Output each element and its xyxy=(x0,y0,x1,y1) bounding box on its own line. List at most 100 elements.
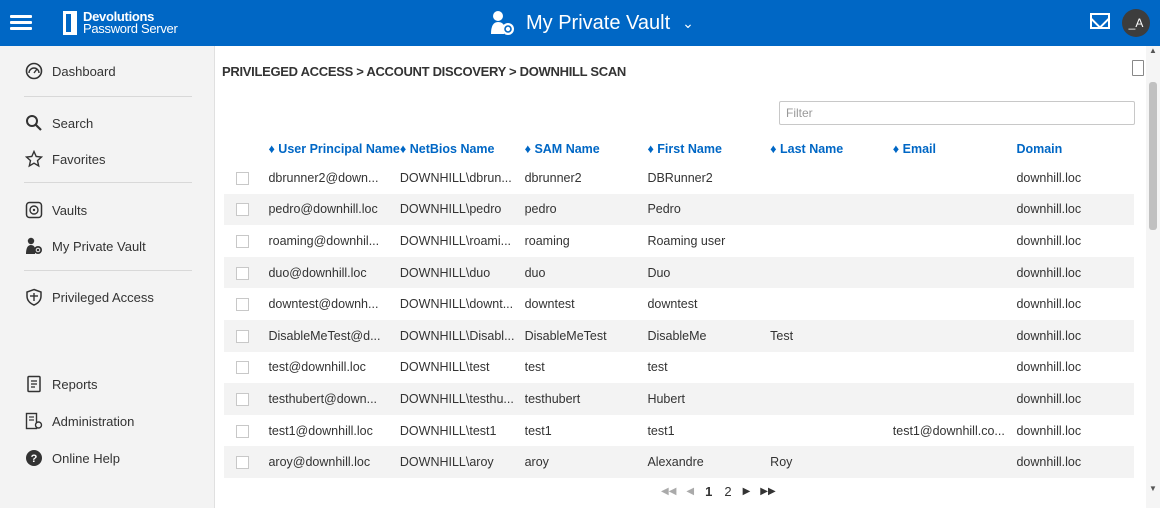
scroll-up-icon[interactable]: ▲ xyxy=(1149,46,1157,55)
sidebar-item-dashboard[interactable]: Dashboard xyxy=(0,54,215,88)
table-row[interactable]: testhubert@down... DOWNHILL\testhu... test… xyxy=(224,383,1134,415)
row-checkbox[interactable] xyxy=(236,361,249,375)
devolutions-logo[interactable]: Devolutions Password Server xyxy=(63,9,178,37)
sidebar-item-privileged-access[interactable]: Privileged Access xyxy=(0,280,215,314)
cell-netbios-name: DOWNHILL\test xyxy=(399,360,490,375)
sidebar-divider xyxy=(24,182,192,183)
pagination: ◀◀ ◀ 1 2 ▶ ▶▶ xyxy=(656,484,781,499)
dashboard-icon xyxy=(24,61,44,81)
vault-selector[interactable]: My Private Vault ⌄ xyxy=(490,8,694,38)
cell-first-name: DisableMe xyxy=(647,319,771,352)
column-header-netbios-name[interactable]: ♦ NetBios Name xyxy=(400,136,525,162)
sidebar-item-online-help[interactable]: ? Online Help xyxy=(0,441,215,475)
cell-last-name xyxy=(770,193,893,226)
filter-input[interactable] xyxy=(779,101,1135,125)
sidebar-item-label: Favorites xyxy=(52,151,106,167)
column-header-first-name[interactable]: ♦ First Name xyxy=(647,136,770,162)
row-checkbox[interactable] xyxy=(236,329,249,343)
cell-user-principal-name: duo@downhill.loc xyxy=(268,256,400,289)
column-header-last-name[interactable]: ♦ Last Name xyxy=(770,136,893,162)
row-checkbox[interactable] xyxy=(236,171,249,185)
sidebar-item-favorites[interactable]: Favorites xyxy=(0,142,215,176)
sidebar-divider xyxy=(24,270,192,271)
cell-email xyxy=(893,288,1017,320)
sidebar-item-vaults[interactable]: Vaults xyxy=(0,193,215,227)
row-select-cell xyxy=(224,288,268,320)
row-checkbox[interactable] xyxy=(236,235,249,249)
page-2-button[interactable]: 2 xyxy=(724,484,731,499)
cell-domain: downhill.loc xyxy=(1016,423,1082,438)
last-page-icon[interactable]: ▶▶ xyxy=(760,486,775,497)
column-header-email[interactable]: ♦ Email xyxy=(893,136,1017,162)
cell-last-name xyxy=(770,225,893,257)
table-row[interactable]: downtest@downh... DOWNHILL\downt... downte… xyxy=(224,288,1134,320)
row-checkbox[interactable] xyxy=(236,203,249,217)
first-page-icon[interactable]: ◀◀ xyxy=(661,486,676,497)
table-row[interactable]: duo@downhill.loc DOWNHILL\duo duo Duo downhi… xyxy=(224,256,1134,289)
row-checkbox[interactable] xyxy=(236,298,249,312)
cell-email xyxy=(892,193,1017,226)
cell-email xyxy=(892,383,1017,415)
row-checkbox[interactable] xyxy=(236,456,249,470)
cell-domain: downhill.loc xyxy=(1016,383,1134,415)
sidebar-item-label: Reports xyxy=(52,376,98,392)
top-bar: Devolutions Password Server My Private V… xyxy=(0,0,1160,46)
cell-last-name xyxy=(770,288,893,320)
export-icon[interactable] xyxy=(1132,60,1144,76)
cell-netbios-name: DOWNHILL\Disabl... xyxy=(399,319,525,352)
cell-user-principal-name: roaming@downhil... xyxy=(268,233,380,248)
private-vault-icon xyxy=(24,236,44,256)
sidebar-item-reports[interactable]: Reports xyxy=(0,367,215,401)
next-page-icon[interactable]: ▶ xyxy=(743,486,751,497)
cell-first-name: Hubert xyxy=(647,383,771,415)
avatar[interactable]: _A xyxy=(1122,9,1150,37)
cell-user-principal-name: aroy@downhill.loc xyxy=(268,446,400,478)
cell-first-name: Roaming user xyxy=(647,233,726,248)
table-row[interactable]: dbrunner2@down... DOWNHILL\dbrun... dbrunn… xyxy=(224,162,1134,194)
cell-last-name xyxy=(770,415,893,447)
row-select-cell xyxy=(224,383,269,415)
column-header-user-principal-name[interactable]: ♦ User Principal Name xyxy=(268,136,399,162)
column-header-sam-name[interactable]: ♦ SAM Name xyxy=(525,136,648,162)
cell-last-name xyxy=(770,256,893,289)
table-row[interactable]: roaming@downhil... DOWNHILL\roami... roami… xyxy=(224,225,1134,257)
sidebar-item-administration[interactable]: Administration xyxy=(0,404,215,438)
cell-sam-name: test1 xyxy=(524,423,552,438)
cell-sam-name: duo xyxy=(524,256,648,289)
row-checkbox[interactable] xyxy=(236,393,249,407)
prev-page-icon[interactable]: ◀ xyxy=(686,486,694,497)
cell-netbios-name: DOWNHILL\roami... xyxy=(399,233,512,248)
cell-email xyxy=(893,162,1017,194)
cell-email xyxy=(892,319,1017,352)
breadcrumb[interactable]: PRIVILEGED ACCESS > ACCOUNT DISCOVERY > … xyxy=(222,64,626,79)
sidebar-divider xyxy=(24,96,192,97)
table-row[interactable]: pedro@downhill.loc DOWNHILL\pedro pedro Ped… xyxy=(224,193,1134,226)
table-row[interactable]: DisableMeTest@d... DOWNHILL\Disabl... Disa… xyxy=(224,319,1134,352)
cell-first-name: Alexandre xyxy=(647,446,771,478)
cell-sam-name: testhubert xyxy=(524,383,648,415)
row-checkbox[interactable] xyxy=(236,424,249,438)
mail-icon[interactable] xyxy=(1090,13,1110,29)
cell-netbios-name: DOWNHILL\downt... xyxy=(399,297,514,312)
cell-first-name: Duo xyxy=(647,256,771,289)
chevron-down-icon: ⌄ xyxy=(682,14,694,31)
cell-email xyxy=(892,446,1017,478)
cell-first-name: downtest xyxy=(647,297,698,312)
column-header-domain[interactable]: Domain xyxy=(1016,136,1134,162)
row-checkbox[interactable] xyxy=(236,266,249,280)
scrollbar-thumb[interactable] xyxy=(1149,82,1157,230)
scroll-down-icon[interactable]: ▼ xyxy=(1149,484,1157,493)
sidebar-item-label: Vaults xyxy=(52,202,88,218)
row-select-cell xyxy=(224,225,268,257)
hamburger-menu-icon[interactable] xyxy=(10,12,32,34)
row-select-cell xyxy=(224,415,268,447)
cell-domain: downhill.loc xyxy=(1016,319,1134,352)
cell-domain: downhill.loc xyxy=(1016,256,1134,289)
sidebar-item-my-private-vault[interactable]: My Private Vault xyxy=(0,229,215,263)
table-row[interactable]: test@downhill.loc DOWNHILL\test test test do… xyxy=(224,352,1134,384)
page-1-button[interactable]: 1 xyxy=(705,484,712,499)
sidebar-item-search[interactable]: Search xyxy=(0,106,215,140)
table-row[interactable]: aroy@downhill.loc DOWNHILL\aroy aroy Alexan… xyxy=(224,446,1134,478)
table-row[interactable]: test1@downhill.loc DOWNHILL\test1 test1 tes… xyxy=(224,415,1134,447)
sidebar-item-label: My Private Vault xyxy=(52,238,146,254)
